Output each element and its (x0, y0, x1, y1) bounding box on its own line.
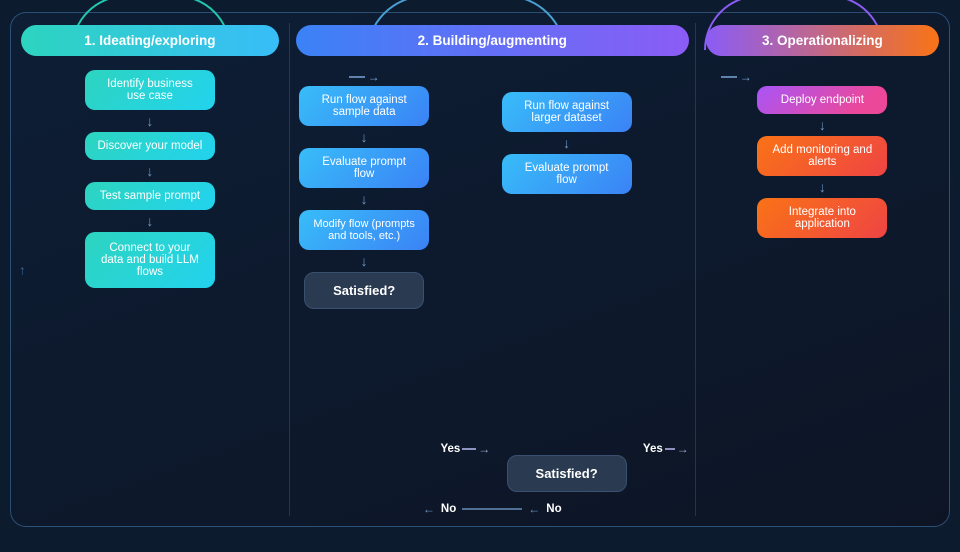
side-up-arrow: ↑ (19, 262, 26, 277)
yes-line-2 (665, 448, 675, 450)
col2-header: 2. Building/augmenting (296, 25, 689, 56)
arrow-from-col1: → (349, 70, 380, 84)
col2-left-sub: → Run flow against sample data ↓ Evaluat… (296, 70, 433, 496)
col2-inner: → Run flow against sample data ↓ Evaluat… (296, 70, 689, 496)
arrow-down-1: ↓ (144, 112, 156, 130)
col3-header: 3. Operationalizing (706, 25, 939, 56)
box-identify: Identify business use case (85, 70, 215, 110)
arrow-down-2: ↓ (144, 162, 156, 180)
yes-line-1 (462, 448, 476, 450)
arrow-to-deploy: → (721, 70, 752, 84)
box-run-sample: Run flow against sample data (299, 86, 429, 126)
box-integrate: Integrate into application (757, 198, 887, 238)
box-monitoring: Add monitoring and alerts (757, 136, 887, 176)
yes-arrowhead-1: → (478, 442, 490, 456)
no-row: ← No ← No (423, 502, 562, 516)
arrow-line-in (349, 76, 365, 78)
box-deploy: Deploy endpoint (757, 86, 887, 114)
left-arrow-no2: ← (528, 502, 540, 516)
arrow-in-line (721, 76, 737, 78)
left-arrow-no: ← (423, 502, 435, 516)
yes-arrow-2: Yes → (643, 442, 689, 456)
col1-header: 1. Ideating/exploring (21, 25, 279, 56)
arrow-head-in: → (368, 70, 380, 84)
column-building: 2. Building/augmenting → Run flow agains… (290, 13, 695, 526)
col2-right-sub: Run flow against larger dataset ↓ Evalua… (498, 70, 635, 496)
box-run-larger: Run flow against larger dataset (502, 92, 632, 132)
col1-content: Identify business use case ↓ Discover yo… (21, 70, 279, 288)
col3-content: → Deploy endpoint ↓ Add monitoring and a… (706, 70, 939, 238)
arrow-down-s3: ↓ (358, 252, 370, 270)
yes-arrow-2-container: Yes → (643, 70, 689, 496)
arrow-down-c3-2: ↓ (816, 178, 828, 196)
arrow-down-3: ↓ (144, 212, 156, 230)
box-connect: Connect to your data and build LLM flows (85, 232, 215, 288)
yes-arrowhead-2: → (677, 442, 689, 456)
box-satisfied-2: Satisfied? (507, 455, 627, 492)
box-satisfied-1: Satisfied? (304, 272, 424, 309)
arrow-in-head: → (740, 70, 752, 84)
box-eval-2: Evaluate prompt flow (502, 154, 632, 194)
column-operationalizing: 3. Operationalizing → Deploy endpoint ↓ … (696, 13, 949, 526)
box-eval-1: Evaluate prompt flow (299, 148, 429, 188)
box-discover: Discover your model (85, 132, 215, 160)
column-ideating: 1. Ideating/exploring Identify business … (11, 13, 289, 526)
box-test: Test sample prompt (85, 182, 215, 210)
arrow-down-s1: ↓ (358, 128, 370, 146)
yes-arrow-1: Yes → (440, 442, 490, 456)
box-modify: Modify flow (prompts and tools, etc.) (299, 210, 429, 250)
main-container: 1. Ideating/exploring Identify business … (10, 12, 950, 527)
arrow-down-s2: ↓ (358, 190, 370, 208)
no-line (462, 508, 522, 510)
arrow-down-r1: ↓ (561, 134, 573, 152)
yes-arrow-1-container: Yes → (440, 70, 490, 496)
arrow-down-c3-1: ↓ (816, 116, 828, 134)
